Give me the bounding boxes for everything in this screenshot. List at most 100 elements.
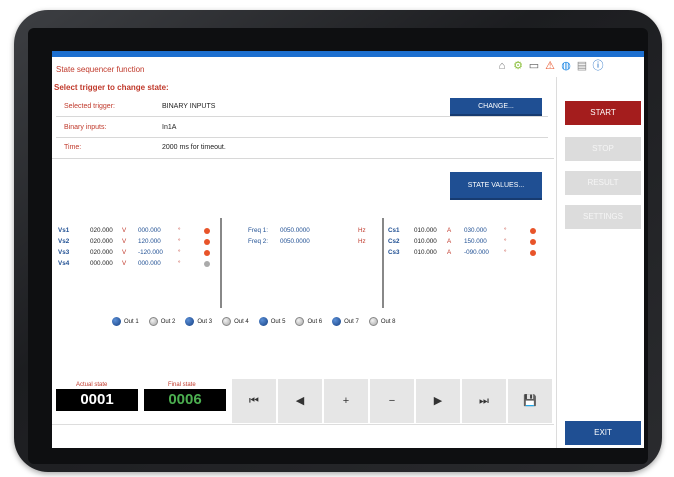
time-label: Time: [64, 144, 82, 151]
next-state-button[interactable]: ▶ [416, 379, 460, 423]
warning-icon[interactable]: ⚠ [544, 60, 556, 72]
output-toggle[interactable]: Out 1 [112, 317, 139, 326]
start-button[interactable]: START [565, 101, 641, 125]
current-magnitude[interactable]: 010.000 [414, 249, 437, 256]
first-state-button[interactable]: ⏮ [232, 379, 276, 423]
output-led-icon [148, 317, 158, 326]
output-label: Out 2 [160, 318, 176, 325]
voltage-status-dot [204, 239, 210, 245]
output-led-icon [258, 317, 268, 326]
output-label: Out 1 [124, 318, 139, 325]
output-toggle[interactable]: Out 7 [332, 317, 359, 326]
time-value: 2000 ms for timeout. [162, 144, 226, 151]
remove-state-button[interactable]: − [370, 379, 414, 423]
degree-unit: ° [178, 238, 181, 245]
current-magnitude[interactable]: 010.000 [414, 227, 437, 234]
output-label: Out 8 [380, 318, 396, 325]
output-label: Out 6 [307, 318, 323, 325]
trigger-heading: Select trigger to change state: [54, 83, 169, 92]
voltage-magnitude[interactable]: 000.000 [90, 260, 113, 267]
voltage-magnitude[interactable]: 020.000 [90, 227, 113, 234]
voltage-angle[interactable]: 000.000 [138, 227, 161, 234]
exit-button[interactable]: EXIT [565, 421, 641, 445]
divider [56, 116, 548, 117]
degree-unit: ° [178, 227, 181, 234]
stop-button[interactable]: STOP [565, 137, 641, 161]
final-state-label: Final state [168, 382, 196, 388]
divider [52, 158, 554, 159]
voltage-status-dot [204, 250, 210, 256]
add-state-button[interactable]: + [324, 379, 368, 423]
current-status-dot [530, 250, 536, 256]
current-angle[interactable]: 150.000 [464, 238, 487, 245]
voltage-angle[interactable]: 000.000 [138, 260, 161, 267]
output-led-icon [295, 317, 305, 326]
monitor-icon[interactable]: ▭ [528, 60, 540, 72]
actual-state-display: 0001 [56, 389, 138, 411]
current-angle[interactable]: 030.000 [464, 227, 487, 234]
current-unit: A [447, 238, 452, 245]
degree-unit: ° [504, 249, 507, 256]
outputs-row: Out 1 Out 2 Out 3 Out 4 Out 5 Out 6 Out 7 Out 8 [112, 317, 396, 326]
current-status-dot [530, 228, 536, 234]
output-label: Out 7 [344, 318, 359, 325]
voltage-unit: V [122, 227, 127, 234]
voltage-unit: V [122, 260, 127, 267]
voltage-magnitude[interactable]: 020.000 [90, 249, 113, 256]
output-led-icon [112, 317, 121, 326]
toolbar-icons: ⌂ ⚙ ▭ ⚠ ◍ ▤ ⓘ [496, 60, 604, 72]
output-toggle[interactable]: Out 2 [148, 317, 176, 326]
voltage-name: Vs4 [58, 260, 70, 267]
document-icon[interactable]: ▤ [576, 60, 588, 72]
voltage-unit: V [122, 249, 127, 256]
output-label: Out 3 [197, 318, 213, 325]
current-unit: A [447, 249, 452, 256]
voltage-angle[interactable]: -120.000 [138, 249, 163, 256]
top-accent-bar [52, 51, 644, 57]
output-toggle[interactable]: Out 4 [222, 317, 249, 326]
page-title: State sequencer function [56, 65, 145, 74]
current-name: Cs2 [388, 238, 400, 245]
app-screen: State sequencer function ⌂ ⚙ ▭ ⚠ ◍ ▤ ⓘ S… [52, 51, 644, 448]
status-bar [52, 424, 554, 448]
home-icon[interactable]: ⌂ [496, 60, 508, 72]
selected-trigger-value: BINARY INPUTS [162, 103, 216, 110]
output-toggle[interactable]: Out 6 [295, 317, 322, 326]
actual-state-label: Actual state [76, 382, 108, 388]
save-icon[interactable]: 💾 [508, 379, 552, 423]
separator-line [382, 218, 384, 308]
previous-state-button[interactable]: ◀ [278, 379, 322, 423]
frequency-value[interactable]: 0050.0000 [280, 227, 310, 234]
gear-icon[interactable]: ⚙ [512, 60, 524, 72]
voltage-angle[interactable]: 120.000 [138, 238, 161, 245]
settings-button[interactable]: SETTINGS [565, 205, 641, 229]
separator-line [220, 218, 222, 308]
degree-unit: ° [178, 249, 181, 256]
output-toggle[interactable]: Out 8 [368, 317, 396, 326]
result-button[interactable]: RESULT [565, 171, 641, 195]
divider [56, 137, 548, 138]
current-unit: A [447, 227, 452, 234]
current-angle[interactable]: -090.000 [464, 249, 489, 256]
output-led-icon [368, 317, 378, 326]
degree-unit: ° [178, 260, 181, 267]
degree-unit: ° [504, 238, 507, 245]
frequency-value[interactable]: 0050.0000 [280, 238, 310, 245]
state-values-button[interactable]: STATE VALUES... [450, 172, 542, 200]
current-magnitude[interactable]: 010.000 [414, 238, 437, 245]
change-button[interactable]: CHANGE... [450, 98, 542, 116]
frequency-unit: Hz [358, 238, 366, 245]
voltage-status-dot [204, 228, 210, 234]
binary-inputs-value: In1A [162, 124, 177, 131]
side-panel: START STOP RESULT SETTINGS EXIT [556, 77, 644, 448]
output-led-icon [185, 317, 195, 326]
info-icon[interactable]: ⓘ [592, 60, 604, 72]
output-led-icon [332, 317, 342, 326]
globe-icon[interactable]: ◍ [560, 60, 572, 72]
voltage-magnitude[interactable]: 020.000 [90, 238, 113, 245]
voltage-status-dot [204, 261, 210, 267]
last-state-button[interactable]: ⏭ [462, 379, 506, 423]
output-toggle[interactable]: Out 3 [185, 317, 212, 326]
output-toggle[interactable]: Out 5 [258, 317, 285, 326]
voltage-name: Vs2 [58, 238, 70, 245]
